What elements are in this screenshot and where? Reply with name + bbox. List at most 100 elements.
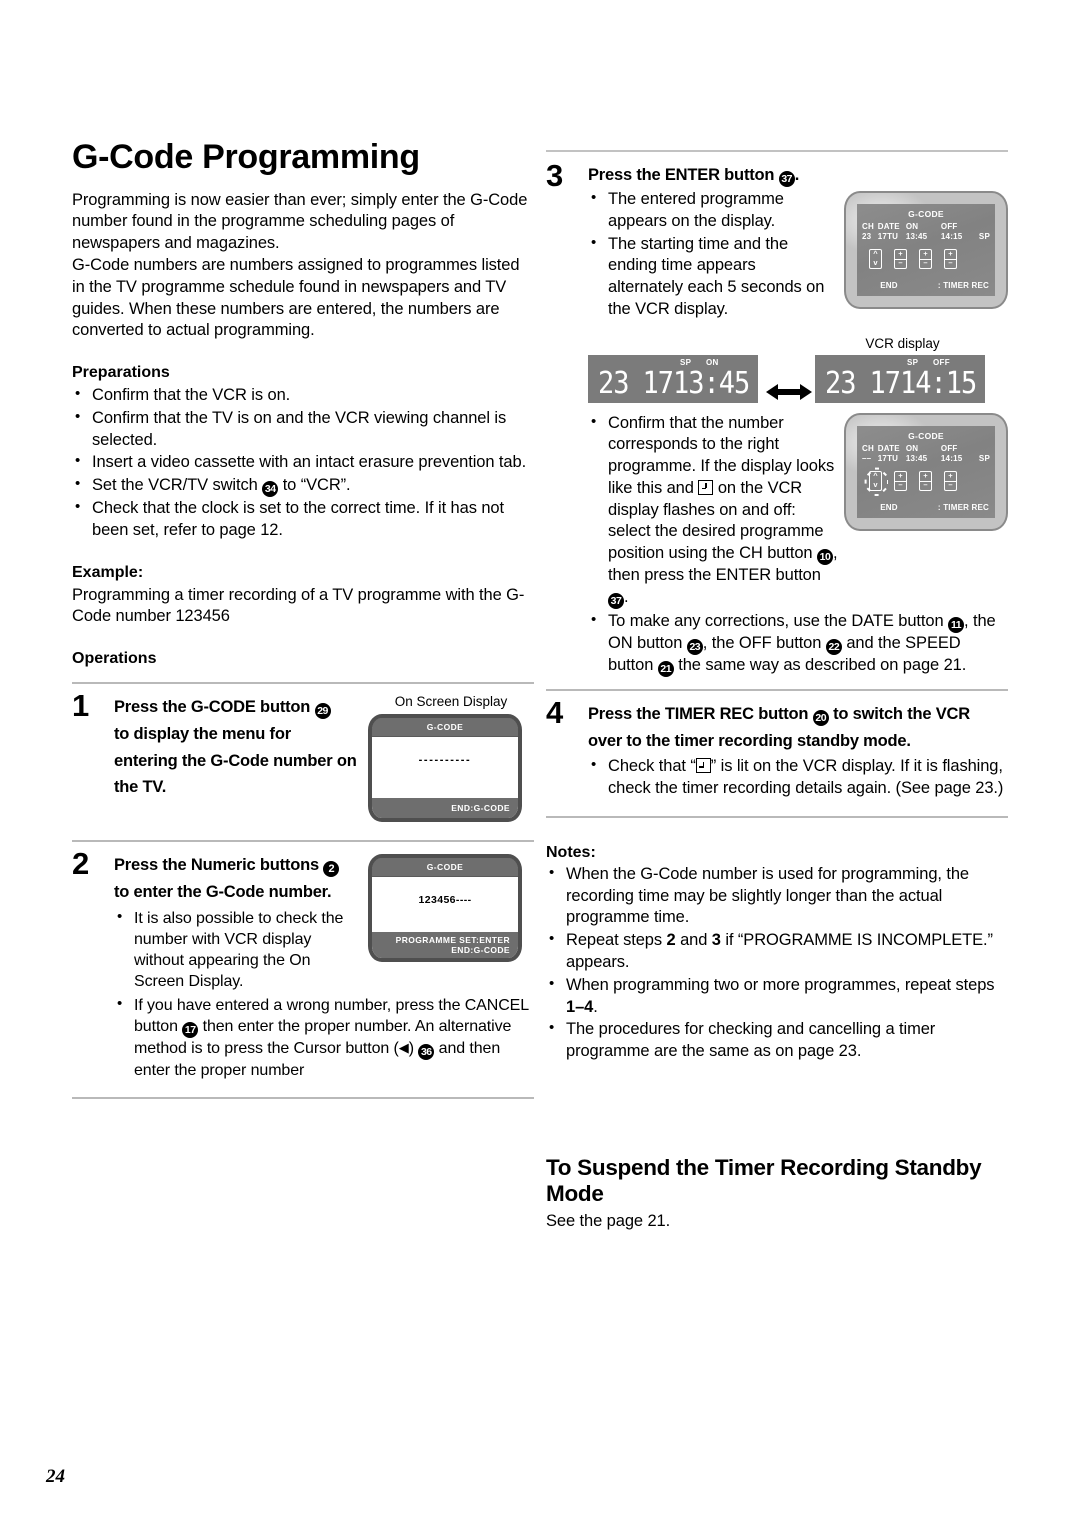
tv1-value-ch: 23 xyxy=(862,232,872,241)
list-item: Check that the clock is set to the corre… xyxy=(72,497,534,542)
osd-footer-left: PROGRAMME SET:ENTER xyxy=(395,935,510,946)
vcr-right-date: 17 xyxy=(869,365,902,401)
intro-paragraph: Programming is now easier than ever; sim… xyxy=(72,190,528,340)
tv2-title: G-CODE xyxy=(908,430,944,441)
step-number: 2 xyxy=(72,846,90,882)
tv1-foot-timer: : TIMER REC xyxy=(937,281,989,290)
tv1-headers: CH DATE ON OFF xyxy=(857,222,995,232)
plusminus-stepper-icon: + – xyxy=(894,470,907,491)
note-repeat-step-2: 2 xyxy=(666,931,676,950)
flashing-indicator: ^ v xyxy=(864,467,889,496)
osd-title: G-CODE xyxy=(372,718,518,738)
step-3-title: Press the ENTER button 37. xyxy=(588,164,1008,187)
tv2-header-sp xyxy=(974,444,990,454)
button-badge-20: 20 xyxy=(812,709,829,726)
step-1: 1 Press the G-CODE button 29 to display … xyxy=(72,690,534,823)
tv1-foot-end: END xyxy=(880,281,898,290)
tv2-headers: CH DATE ON OFF xyxy=(857,444,995,454)
step-4-bullets: Check that “” is lit on the VCR display.… xyxy=(588,755,1008,800)
tv1-footer: END : TIMER REC xyxy=(857,281,995,290)
osd-footer-right: END:G-CODE xyxy=(451,945,510,956)
osd-code-entered: 123456---- xyxy=(418,894,472,907)
tv2-value-on: 13:45 xyxy=(905,453,928,463)
tv1-value-on: 13:45 xyxy=(905,232,928,241)
note-repeat-and: and xyxy=(680,931,708,950)
tv-screen-flashing: G-CODE CH DATE ON OFF –– 17TU 13:45 14:1… xyxy=(844,412,1008,531)
tv1-header-ch: CH xyxy=(862,222,874,231)
divider xyxy=(72,1097,534,1100)
step-3-title-a: Press the ENTER button xyxy=(588,166,775,184)
tv2-header-ch: CH xyxy=(862,443,874,453)
operations-heading: Operations xyxy=(72,650,157,668)
tv1-header-date: DATE xyxy=(877,222,900,231)
tv1-value-off: 14:15 xyxy=(940,232,963,241)
updown-stepper-icon: ^ v xyxy=(869,249,882,269)
list-item: When programming two or more programmes,… xyxy=(546,974,1008,1019)
plusminus-stepper-icon: + – xyxy=(919,249,932,269)
step-2-title: Press the Numeric buttons 2 to enter the… xyxy=(114,852,358,905)
preparations-list: Confirm that the VCR is on. Confirm that… xyxy=(72,384,534,542)
step-1-title-b: to display the menu for entering the G-C… xyxy=(114,724,357,797)
right-column: 3 Press the ENTER button 37. The entered… xyxy=(546,150,1008,1233)
example-heading: Example: xyxy=(72,563,144,581)
tv2-value-ch: –– xyxy=(862,453,872,463)
list-item: It is also possible to check the number … xyxy=(114,907,358,992)
step-3: 3 Press the ENTER button 37. The entered… xyxy=(546,160,1008,677)
list-item: Confirm that the number corresponds to t… xyxy=(588,412,838,609)
button-badge-2: 2 xyxy=(323,861,340,878)
note-multi-a: When programming two or more programmes,… xyxy=(566,975,995,994)
suspend-section: To Suspend the Timer Recording Standby M… xyxy=(546,1155,1008,1233)
step-4: 4 Press the TIMER REC button 20 to switc… xyxy=(546,697,1008,800)
step-1-title-a: Press the G-CODE button xyxy=(114,698,311,717)
list-item: To make any corrections, use the DATE bu… xyxy=(588,610,1008,677)
divider xyxy=(546,150,1008,152)
plusminus-stepper-icon: + – xyxy=(894,249,907,269)
step-3-bullets: The entered programme appears on the dis… xyxy=(588,188,828,321)
list-item: The starting time and the ending time ap… xyxy=(588,233,828,321)
tv2-header-date: DATE xyxy=(877,443,900,453)
list-item: Insert a video cassette with an intact e… xyxy=(72,451,534,474)
osd-footer: END:G-CODE xyxy=(372,798,518,819)
vcr-display-end: SP OFF 23 17 14:15 xyxy=(815,354,985,403)
button-badge-37b: 37 xyxy=(608,592,624,609)
tv2-value-off: 14:15 xyxy=(940,453,963,463)
corrections-text-a: To make any corrections, use the DATE bu… xyxy=(608,611,944,630)
vcr-right-time: 14:15 xyxy=(900,365,977,401)
list-item: The entered programme appears on the dis… xyxy=(588,188,828,233)
button-badge-17: 17 xyxy=(182,1022,199,1039)
osd-code-placeholder: ---------- xyxy=(418,754,472,767)
osd-screen-step1: G-CODE ---------- END:G-CODE xyxy=(368,714,522,823)
clock-icon xyxy=(695,758,711,774)
tv1-stepper-row: ^ v + – + – + – xyxy=(857,249,995,269)
vcr-display-label: VCR display xyxy=(865,335,940,351)
vcr-display-start: SP ON 23 17 13:45 xyxy=(588,354,758,403)
button-badge-29: 29 xyxy=(314,703,331,720)
tv2-foot-end: END xyxy=(880,502,898,512)
divider xyxy=(72,840,534,843)
list-item: Check that “” is lit on the VCR display.… xyxy=(588,755,1008,800)
list-item: Confirm that the TV is on and the VCR vi… xyxy=(72,407,534,452)
note-repeat-step-3: 3 xyxy=(711,931,721,950)
tv2-header-on: ON xyxy=(905,443,919,453)
step-3-corrections: To make any corrections, use the DATE bu… xyxy=(588,610,1008,677)
step-number: 1 xyxy=(72,688,90,724)
on-screen-display-label: On Screen Display xyxy=(394,694,508,710)
vcr-left-date: 17 xyxy=(642,365,675,401)
step-3-confirm-bullets: Confirm that the number corresponds to t… xyxy=(588,412,838,609)
step-1-title: Press the G-CODE button 29 to display th… xyxy=(114,694,358,801)
note-multi-steps: 1–4 xyxy=(566,997,594,1016)
button-badge-36: 36 xyxy=(418,1044,435,1061)
corrections-text-e: the same way as described on page 21. xyxy=(678,655,967,674)
plusminus-stepper-icon: + – xyxy=(944,470,957,491)
tv2-stepper-row: ^ v + – + – + – xyxy=(857,467,995,496)
button-badge-10: 10 xyxy=(816,549,833,566)
step-2: 2 Press the Numeric buttons 2 to enter t… xyxy=(72,848,534,1081)
example-text: Programming a timer recording of a TV pr… xyxy=(72,585,525,626)
updown-stepper-icon: ^ v xyxy=(869,470,882,491)
note-multi-b: . xyxy=(593,997,598,1016)
step-3-title-b: . xyxy=(794,166,800,184)
list-item: Repeat steps 2 and 3 if “PROGRAMME IS IN… xyxy=(546,929,1008,974)
suspend-text: See the page 21. xyxy=(546,1212,671,1230)
left-column: G-Code Programming Programming is now ea… xyxy=(72,139,534,1109)
step-2-bullets: It is also possible to check the number … xyxy=(114,907,358,992)
